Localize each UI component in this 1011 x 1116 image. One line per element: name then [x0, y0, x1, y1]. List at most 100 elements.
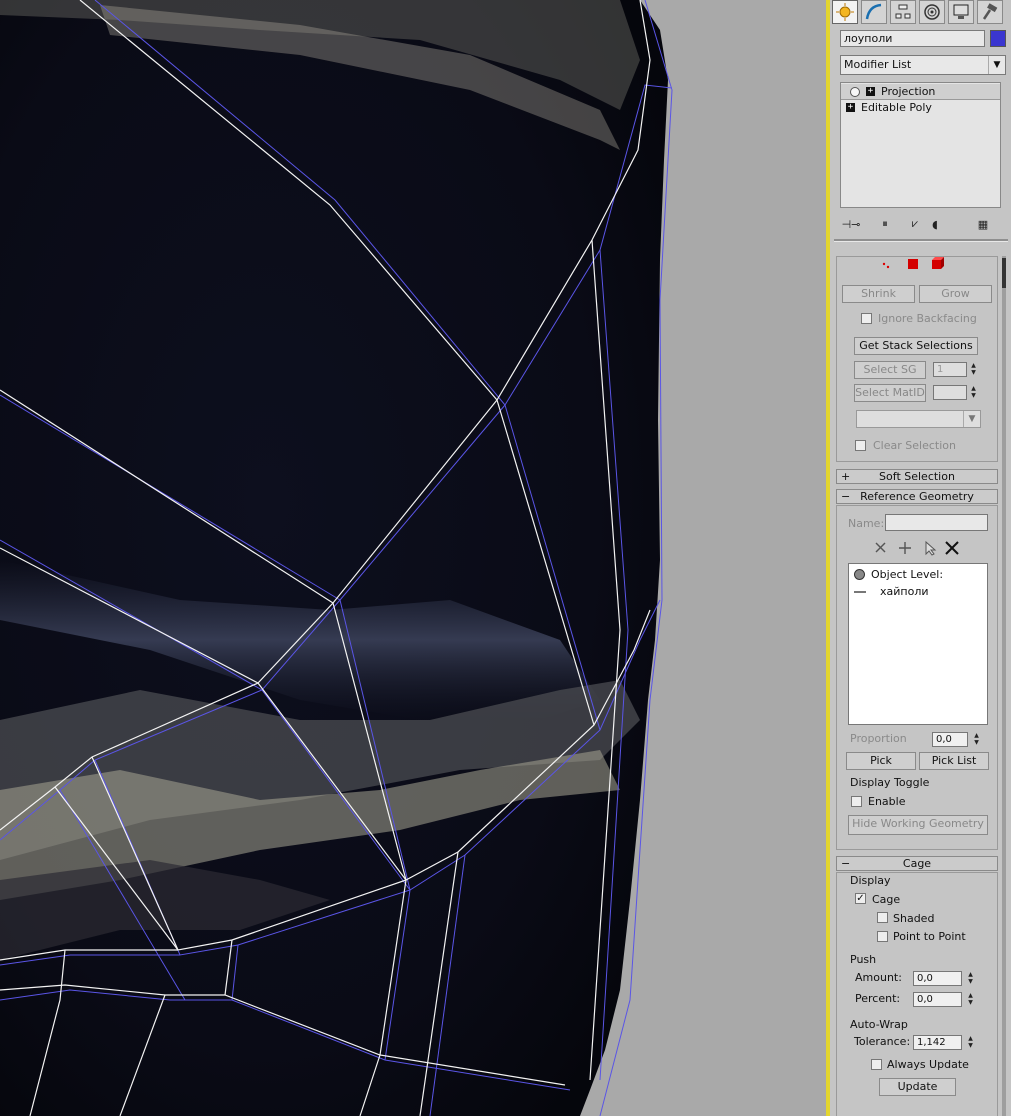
add-icon[interactable]	[899, 542, 911, 554]
rollout-title: Cage	[902, 857, 932, 870]
select-sg-spinner[interactable]: 1	[933, 362, 967, 377]
expand-icon: +	[841, 470, 851, 483]
enable-checkbox[interactable]	[851, 796, 862, 807]
remove-modifier-icon[interactable]: ◖	[926, 216, 944, 232]
point-to-point-label: Point to Point	[893, 930, 966, 943]
reference-name-field[interactable]	[885, 514, 988, 531]
stack-item-projection[interactable]: + Projection	[841, 84, 1000, 100]
ignore-backfacing-label: Ignore Backfacing	[878, 312, 977, 325]
panel-scrollbar-thumb[interactable]	[1002, 258, 1006, 288]
spinner-arrows-icon[interactable]: ▲ ▼	[972, 732, 981, 747]
pick-button[interactable]: Pick	[846, 752, 916, 770]
proportion-label: Proportion	[850, 732, 907, 745]
reference-toolbar	[875, 540, 959, 556]
stack-item-label: Editable Poly	[861, 101, 932, 114]
motion-icon	[924, 4, 940, 20]
motion-tab[interactable]	[919, 0, 945, 24]
select-matid-spinner[interactable]	[933, 385, 967, 400]
spinner-arrows-icon[interactable]: ▲ ▼	[966, 971, 975, 986]
display-tab[interactable]	[948, 0, 974, 24]
panel-scrollbar[interactable]	[1002, 256, 1006, 1116]
enable-label: Enable	[868, 795, 906, 808]
always-update-label: Always Update	[887, 1058, 969, 1071]
object-name-field[interactable]: лоуполи	[840, 30, 985, 47]
divider	[834, 239, 1008, 242]
select-sg-button[interactable]: Select SG	[854, 361, 926, 379]
shaded-checkbox[interactable]	[877, 912, 888, 923]
reference-object-list[interactable]: Object Level: хайполи	[848, 563, 988, 725]
command-panel: лоуполи Modifier List ▼ + Projection + E…	[830, 0, 1011, 1116]
tolerance-label: Tolerance:	[854, 1035, 911, 1048]
update-button[interactable]: Update	[879, 1078, 956, 1096]
push-group-title: Push	[850, 953, 877, 966]
object-color-swatch[interactable]	[990, 30, 1006, 47]
expand-icon[interactable]: +	[846, 103, 855, 112]
show-end-result-icon[interactable]: ⏸	[876, 216, 894, 232]
spinner-arrows-icon[interactable]: ▲ ▼	[969, 362, 978, 377]
stack-item-editable-poly[interactable]: + Editable Poly	[841, 100, 1000, 115]
point-to-point-checkbox[interactable]	[877, 931, 888, 942]
percent-label: Percent:	[855, 992, 901, 1005]
spinner-arrows-icon[interactable]: ▲ ▼	[966, 992, 975, 1007]
make-unique-icon[interactable]: ⩗	[906, 216, 924, 232]
cage-label: Cage	[872, 893, 901, 906]
list-item-label: хайполи	[880, 585, 929, 598]
lightbulb-icon[interactable]	[850, 86, 860, 97]
command-panel-tabs	[832, 0, 1010, 24]
viewport[interactable]	[0, 0, 826, 1116]
cursor-icon[interactable]	[925, 540, 937, 556]
collapse-icon: −	[841, 857, 851, 870]
delete-icon[interactable]	[945, 541, 959, 555]
always-update-checkbox[interactable]	[871, 1059, 882, 1070]
hammer-icon	[982, 3, 998, 20]
cage-checkbox[interactable]: ✓	[855, 893, 866, 904]
subobject-level-icons	[882, 257, 944, 269]
pin-stack-icon[interactable]: ⊣⊸	[842, 216, 861, 232]
amount-spinner[interactable]: 0,0	[913, 971, 962, 986]
object-level-label: Object Level:	[871, 568, 944, 581]
modifier-list-label: Modifier List	[844, 58, 912, 71]
expand-icon[interactable]: +	[866, 87, 875, 96]
configure-modifier-sets-icon[interactable]: ▦	[974, 216, 992, 232]
soft-selection-rollout-header[interactable]: + Soft Selection	[836, 469, 998, 484]
amount-label: Amount:	[855, 971, 902, 984]
vertex-icon[interactable]	[882, 262, 890, 269]
matid-name-dropdown[interactable]: ▼	[856, 410, 981, 428]
percent-spinner[interactable]: 0,0	[913, 992, 962, 1007]
select-matid-button[interactable]: Select MatID	[854, 384, 926, 402]
spinner-arrows-icon[interactable]: ▲ ▼	[969, 385, 978, 400]
tolerance-spinner[interactable]: 1,142	[913, 1035, 962, 1050]
shrink-button[interactable]: Shrink	[842, 285, 915, 303]
grow-button[interactable]: Grow	[919, 285, 992, 303]
object-level-icon	[854, 569, 865, 580]
cage-rollout-header[interactable]: − Cage	[836, 856, 998, 871]
name-label: Name:	[848, 517, 885, 530]
modifier-list-dropdown[interactable]: Modifier List ▼	[840, 55, 1006, 75]
cut-icon[interactable]	[875, 542, 886, 553]
sun-star-icon	[836, 3, 854, 21]
pick-list-button[interactable]: Pick List	[919, 752, 989, 770]
element-icon[interactable]	[932, 257, 944, 269]
list-item[interactable]: хайполи	[854, 585, 929, 598]
utilities-tab[interactable]	[977, 0, 1003, 24]
monitor-icon	[953, 4, 969, 19]
modify-tab[interactable]	[861, 0, 887, 24]
chevron-down-icon[interactable]: ▼	[963, 411, 980, 427]
face-icon[interactable]	[908, 259, 918, 269]
modifier-stack: + Projection + Editable Poly	[840, 82, 1001, 208]
rollout-title: Reference Geometry	[860, 490, 974, 503]
chevron-down-icon[interactable]: ▼	[988, 56, 1005, 74]
ignore-backfacing-checkbox[interactable]	[861, 313, 872, 324]
get-stack-selections-button[interactable]: Get Stack Selections	[854, 337, 978, 355]
display-toggle-label: Display Toggle	[850, 776, 930, 789]
dash-icon	[854, 590, 866, 593]
object-level-row[interactable]: Object Level:	[854, 568, 943, 581]
hide-working-geometry-button[interactable]: Hide Working Geometry	[848, 815, 988, 835]
reference-geometry-rollout-header[interactable]: − Reference Geometry	[836, 489, 998, 504]
proportion-spinner[interactable]: 0,0	[932, 732, 968, 747]
clear-selection-checkbox[interactable]	[855, 440, 866, 451]
create-tab[interactable]	[832, 0, 858, 24]
clear-selection-label: Clear Selection	[873, 439, 956, 452]
spinner-arrows-icon[interactable]: ▲ ▼	[966, 1035, 975, 1050]
hierarchy-tab[interactable]	[890, 0, 916, 24]
